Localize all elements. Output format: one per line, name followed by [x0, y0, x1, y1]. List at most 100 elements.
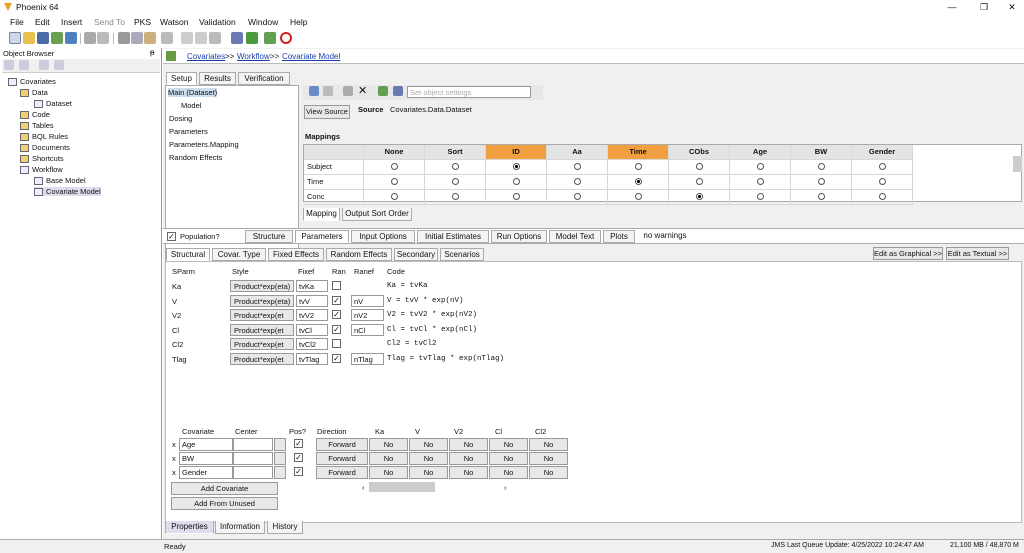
effect-toggle[interactable]: No	[409, 438, 448, 451]
mapping-radio[interactable]	[878, 193, 886, 200]
paste-object-icon[interactable]	[195, 32, 207, 44]
tree-item-dataset[interactable]: Dataset	[34, 99, 72, 109]
breadcrumb-covariate-model[interactable]: Covariate Model	[282, 52, 340, 61]
direction-button[interactable]: Forward	[316, 452, 368, 465]
ranef-field[interactable]: nV2	[351, 309, 384, 321]
center-field[interactable]	[233, 452, 273, 465]
tab-param-fixed-effects[interactable]: Fixed Effects	[268, 248, 324, 261]
ranef-field[interactable]: nTlag	[351, 352, 384, 365]
mapping-radio[interactable]	[390, 163, 398, 170]
fixef-field[interactable]: tvTlag	[296, 352, 328, 365]
grid-icon[interactable]	[161, 32, 173, 44]
effect-toggle[interactable]: No	[529, 438, 568, 451]
mapping-radio[interactable]	[695, 163, 703, 170]
tree-item-shortcuts[interactable]: Shortcuts	[20, 154, 64, 164]
style-dropdown[interactable]: Product*exp(et	[230, 323, 294, 336]
effect-toggle[interactable]: No	[409, 452, 448, 465]
setup-item-dosing[interactable]: Dosing	[169, 114, 192, 123]
load-settings-icon[interactable]	[393, 86, 403, 96]
fixef-field[interactable]: tvV	[296, 294, 328, 307]
style-dropdown[interactable]: Product*exp(eta)	[230, 280, 294, 292]
mapping-radio[interactable]	[573, 163, 581, 170]
effect-toggle[interactable]: No	[489, 452, 528, 465]
style-dropdown[interactable]: Product*exp(et	[230, 352, 294, 365]
open-icon[interactable]	[23, 32, 35, 44]
mapping-radio[interactable]	[390, 178, 398, 185]
fixef-field[interactable]: tvCl	[296, 323, 328, 336]
tab-model-structure[interactable]: Structure	[245, 230, 293, 243]
mapping-radio[interactable]	[695, 178, 703, 185]
mapping-radio[interactable]	[634, 163, 642, 170]
copy-icon[interactable]	[131, 32, 143, 44]
effect-toggle[interactable]: No	[369, 438, 408, 451]
center-field[interactable]	[233, 466, 273, 479]
setup-item-random-effects[interactable]: Random Effects	[169, 153, 222, 162]
tab-param-random-effects[interactable]: Random Effects	[326, 248, 392, 261]
menu-validation[interactable]: Validation	[199, 17, 236, 27]
tree-item-workflow[interactable]: Workflow	[20, 165, 63, 175]
center-dropdown[interactable]	[274, 438, 286, 451]
save-icon[interactable]	[37, 32, 49, 44]
scroll-left-icon[interactable]: ‹	[362, 483, 365, 492]
tab-param-structural[interactable]: Structural	[166, 248, 210, 261]
workflow-arrow-icon[interactable]	[166, 51, 176, 61]
expand-icon[interactable]	[19, 60, 29, 70]
direction-button[interactable]: Forward	[316, 438, 368, 451]
minimize-button[interactable]: —	[936, 0, 968, 14]
fixef-field[interactable]: tvV2	[296, 309, 328, 321]
copy-object-icon[interactable]	[181, 32, 193, 44]
menu-file[interactable]: File	[10, 17, 24, 27]
mapping-radio[interactable]	[817, 193, 825, 200]
pos-checkbox[interactable]: ✓	[294, 453, 303, 462]
mapping-radio[interactable]	[634, 178, 642, 185]
mapping-radio[interactable]	[390, 193, 398, 200]
run-icon[interactable]	[246, 32, 258, 44]
mapping-radio[interactable]	[573, 178, 581, 185]
remove-covariate-icon[interactable]: x	[172, 454, 176, 463]
menu-edit[interactable]: Edit	[35, 17, 50, 27]
ran-checkbox[interactable]: ✓	[332, 324, 341, 334]
covariate-scrollbar-thumb[interactable]	[369, 482, 435, 492]
remove-covariate-icon[interactable]: x	[172, 440, 176, 449]
effect-toggle[interactable]: No	[369, 452, 408, 465]
object-settings-input[interactable]: Set object settings	[407, 86, 531, 98]
center-dropdown[interactable]	[274, 466, 286, 479]
print-icon[interactable]	[84, 32, 96, 44]
add-from-unused-button[interactable]: Add From Unused	[171, 497, 278, 510]
ran-checkbox[interactable]: ✓	[332, 310, 341, 319]
effect-toggle[interactable]: No	[489, 466, 528, 479]
mapping-radio[interactable]	[817, 178, 825, 185]
effect-toggle[interactable]: No	[529, 466, 568, 479]
menu-help[interactable]: Help	[290, 17, 307, 27]
menu-insert[interactable]: Insert	[61, 17, 82, 27]
mapping-radio[interactable]	[451, 193, 459, 200]
run-workflow-icon[interactable]	[264, 32, 276, 44]
add-covariate-button[interactable]: Add Covariate	[171, 482, 278, 495]
style-dropdown[interactable]: Product*exp(eta)	[230, 294, 294, 307]
tab-verification[interactable]: Verification	[238, 72, 290, 85]
mapping-radio[interactable]	[878, 163, 886, 170]
mapping-radio[interactable]	[756, 178, 764, 185]
tree-view-icon[interactable]	[4, 60, 14, 70]
edit-as-textual-button[interactable]: Edit as Textual >>	[946, 247, 1009, 260]
tree-item-tables[interactable]: Tables	[20, 121, 54, 131]
population-checkbox[interactable]: ✓	[167, 232, 176, 241]
tab-param-covar-type[interactable]: Covar. Type	[212, 248, 266, 261]
print-preview-icon[interactable]	[97, 32, 109, 44]
ranef-field[interactable]: nCl	[351, 323, 384, 336]
tree-item-data[interactable]: Data	[20, 88, 48, 98]
breadcrumb-covariates[interactable]: Covariates	[187, 52, 225, 61]
style-dropdown[interactable]: Product*exp(et	[230, 338, 294, 350]
setup-item-parameters[interactable]: Parameters	[169, 127, 208, 136]
tab-model-run-options[interactable]: Run Options	[491, 230, 547, 243]
effect-toggle[interactable]: No	[369, 466, 408, 479]
ran-checkbox[interactable]: ✓	[332, 353, 341, 363]
tab-model-initial-estimates[interactable]: Initial Estimates	[417, 230, 489, 243]
pos-checkbox[interactable]: ✓	[294, 439, 303, 448]
setup-item-main-dataset[interactable]: Main (Dataset)	[168, 88, 218, 97]
export-icon[interactable]	[65, 32, 77, 44]
ran-checkbox[interactable]	[332, 281, 341, 290]
mapping-radio[interactable]	[512, 178, 520, 185]
effect-toggle[interactable]: No	[409, 466, 448, 479]
breadcrumb-workflow[interactable]: Workflow	[237, 52, 270, 61]
